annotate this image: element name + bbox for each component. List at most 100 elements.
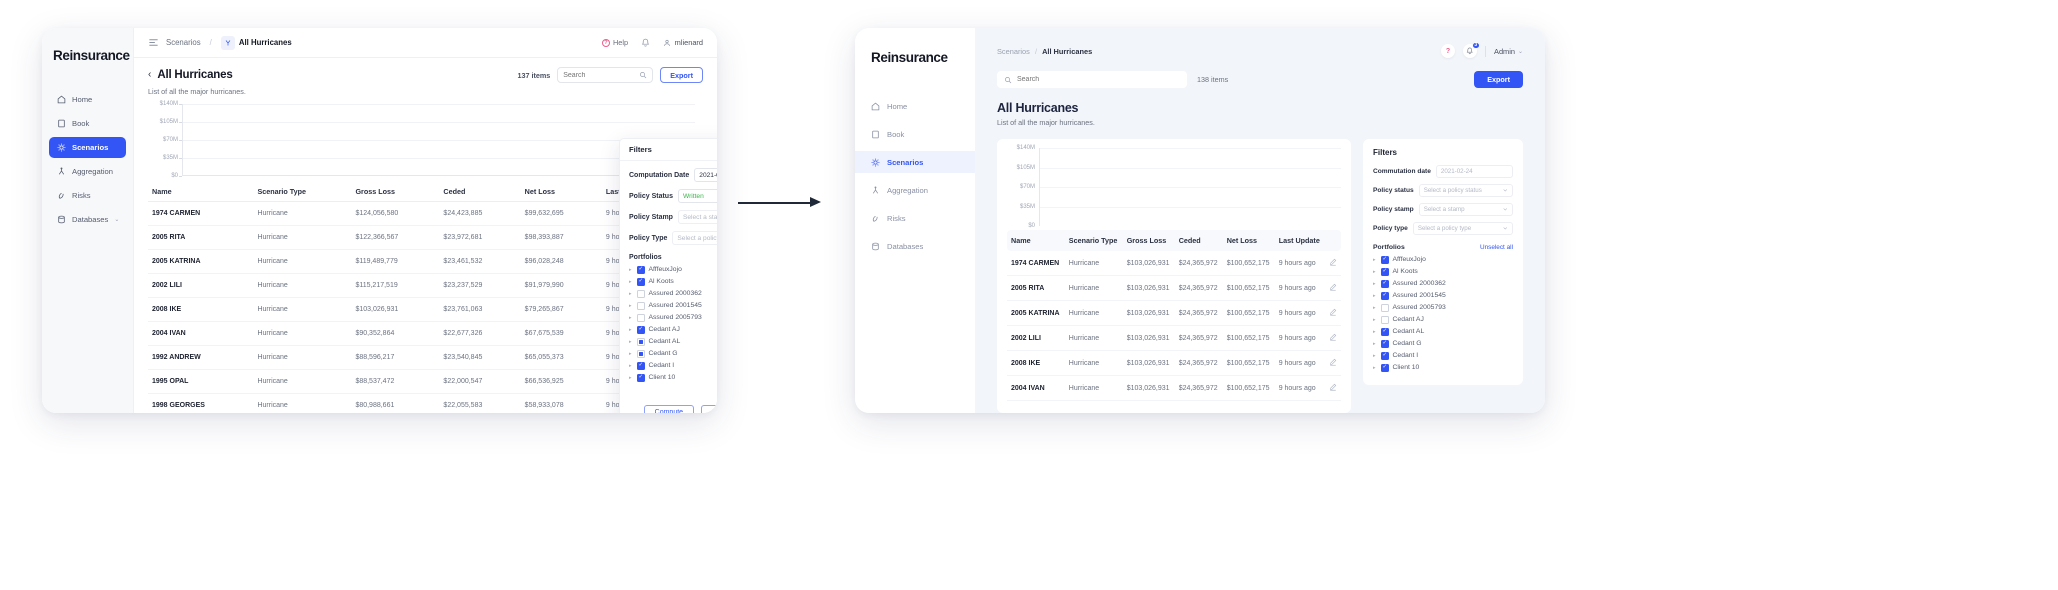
breadcrumb-root[interactable]: Scenarios <box>166 38 201 47</box>
portfolio-checkbox[interactable] <box>637 278 645 286</box>
portfolio-checkbox[interactable] <box>1381 352 1389 360</box>
edit-pencil-icon[interactable] <box>1325 325 1341 351</box>
expand-triangle-icon[interactable]: ▸ <box>629 267 633 273</box>
sidebar-item-databases[interactable]: Databases <box>855 235 975 257</box>
column-header[interactable]: Scenario Type <box>253 182 352 202</box>
column-header[interactable]: Ceded <box>439 182 521 202</box>
portfolio-item[interactable]: ▸ Client 10 <box>629 374 717 382</box>
edit-pencil-icon[interactable] <box>1325 251 1341 276</box>
portfolio-checkbox[interactable] <box>1381 340 1389 348</box>
user-menu[interactable]: mlienard <box>663 38 703 47</box>
portfolio-checkbox[interactable] <box>1381 256 1389 264</box>
portfolio-checkbox[interactable] <box>1381 292 1389 300</box>
sidebar-item-scenarios[interactable]: Scenarios <box>49 137 126 158</box>
table-row[interactable]: 2004 IVAN Hurricane $103,026,931 $24,365,97… <box>1007 375 1341 401</box>
chevron-left-icon[interactable]: ‹ <box>148 70 151 80</box>
expand-triangle-icon[interactable]: ▸ <box>1373 293 1377 299</box>
portfolio-item[interactable]: ▸ Assured 2005793 <box>1373 304 1513 312</box>
expand-triangle-icon[interactable]: ▸ <box>1373 305 1377 311</box>
expand-triangle-icon[interactable]: ▸ <box>1373 257 1377 263</box>
expand-triangle-icon[interactable]: ▸ <box>1373 317 1377 323</box>
edit-pencil-icon[interactable] <box>1325 300 1341 326</box>
column-header[interactable]: Gross Loss <box>1122 230 1175 251</box>
column-header[interactable]: Ceded <box>1174 230 1223 251</box>
expand-triangle-icon[interactable]: ▸ <box>629 315 633 321</box>
bell-icon[interactable] <box>641 38 650 47</box>
expand-triangle-icon[interactable]: ▸ <box>1373 269 1377 275</box>
filter-field-control[interactable]: 2021-02-26 <box>694 168 717 182</box>
reset-button[interactable]: Reset <box>701 405 717 413</box>
column-header[interactable]: Net Loss <box>1222 230 1275 251</box>
portfolio-item[interactable]: ▸ Cedant AJ <box>1373 316 1513 324</box>
expand-triangle-icon[interactable]: ▸ <box>1373 365 1377 371</box>
expand-triangle-icon[interactable]: ▸ <box>629 375 633 381</box>
sidebar-item-risks[interactable]: Risks <box>49 185 126 206</box>
filter-field-control[interactable]: Select a policy type <box>672 231 717 245</box>
search-box[interactable] <box>997 71 1187 88</box>
portfolio-item[interactable]: ▸ Cedant AL <box>629 338 717 346</box>
export-button[interactable]: Export <box>1474 71 1523 88</box>
sidebar-item-home[interactable]: Home <box>49 89 126 110</box>
filter-field-control[interactable]: Select a policy type <box>1412 222 1513 235</box>
expand-triangle-icon[interactable]: ▸ <box>629 351 633 357</box>
portfolio-checkbox[interactable] <box>637 374 645 382</box>
edit-pencil-icon[interactable] <box>1325 350 1341 376</box>
help-button[interactable]: ? <box>1441 44 1456 58</box>
expand-triangle-icon[interactable]: ▸ <box>1373 353 1377 359</box>
column-header[interactable]: Net Loss <box>520 182 602 202</box>
expand-triangle-icon[interactable]: ▸ <box>629 339 633 345</box>
portfolio-item[interactable]: ▸ Assured 2005793 <box>629 314 717 322</box>
table-row[interactable]: 2008 IKE Hurricane $103,026,931 $24,365,972… <box>1007 350 1341 376</box>
export-button[interactable]: Export <box>660 67 703 83</box>
expand-triangle-icon[interactable]: ▸ <box>629 363 633 369</box>
expand-triangle-icon[interactable]: ▸ <box>629 291 633 297</box>
portfolio-item[interactable]: ▸ Assured 2000362 <box>1373 280 1513 288</box>
portfolio-item[interactable]: ▸ AfffeuxJojo <box>1373 256 1513 264</box>
sidebar-item-book[interactable]: Book <box>49 113 126 134</box>
filter-field-control[interactable]: 2021-02-24 <box>1435 165 1513 178</box>
sidebar-item-databases[interactable]: Databases ⌄ <box>49 209 126 230</box>
expand-triangle-icon[interactable]: ▸ <box>1373 329 1377 335</box>
expand-triangle-icon[interactable]: ▸ <box>1373 281 1377 287</box>
portfolio-checkbox[interactable] <box>637 302 645 310</box>
portfolio-checkbox[interactable] <box>637 314 645 322</box>
edit-pencil-icon[interactable] <box>1325 275 1341 301</box>
portfolio-item[interactable]: ▸ Assured 2001545 <box>1373 292 1513 300</box>
column-header[interactable]: Name <box>1007 230 1065 251</box>
expand-triangle-icon[interactable]: ▸ <box>629 303 633 309</box>
portfolio-checkbox[interactable] <box>1381 316 1389 324</box>
column-header[interactable]: Last Update <box>1274 230 1325 251</box>
portfolio-checkbox[interactable] <box>1381 268 1389 276</box>
account-menu[interactable]: Admin ⌄ <box>1494 47 1523 56</box>
table-row[interactable]: 2002 LILI Hurricane $103,026,931 $24,365,97… <box>1007 325 1341 351</box>
help-button[interactable]: ? Help <box>601 38 628 47</box>
portfolio-item[interactable]: ▸ Al Koots <box>629 278 717 286</box>
portfolio-checkbox[interactable] <box>1381 364 1389 372</box>
column-header[interactable]: Scenario Type <box>1064 230 1123 251</box>
portfolio-checkbox[interactable] <box>637 362 645 370</box>
filter-field-control[interactable]: Select a policy status <box>1418 184 1513 197</box>
portfolio-checkbox[interactable] <box>1381 304 1389 312</box>
portfolio-item[interactable]: ▸ Cedant AL <box>1373 328 1513 336</box>
sidebar-item-aggregation[interactable]: Aggregation <box>49 161 126 182</box>
compute-button[interactable]: Compute <box>643 405 695 413</box>
notifications-button[interactable]: 3 <box>1463 41 1480 58</box>
unselect-all-link[interactable]: Unselect all <box>1480 244 1513 251</box>
filter-field-control[interactable]: Written <box>677 189 717 203</box>
portfolio-item[interactable]: ▸ Client 10 <box>1373 364 1513 372</box>
sidebar-item-aggregation[interactable]: Aggregation <box>855 179 975 201</box>
portfolio-item[interactable]: ▸ Cedant G <box>629 350 717 358</box>
search-input[interactable] <box>563 71 640 79</box>
table-row[interactable]: 2005 KATRINA Hurricane $103,026,931 $24,365… <box>1007 300 1341 326</box>
portfolio-item[interactable]: ▸ AfffeuxJojo <box>629 266 717 274</box>
portfolio-checkbox[interactable] <box>637 326 645 334</box>
sidebar-item-book[interactable]: Book <box>855 123 975 145</box>
portfolio-item[interactable]: ▸ Assured 2000362 <box>629 290 717 298</box>
sidebar-item-scenarios[interactable]: Scenarios <box>855 151 975 173</box>
search-box[interactable] <box>557 67 654 83</box>
portfolio-checkbox[interactable] <box>637 350 645 358</box>
column-header[interactable]: Gross Loss <box>351 182 440 202</box>
portfolio-item[interactable]: ▸ Cedant G <box>1373 340 1513 348</box>
portfolio-item[interactable]: ▸ Cedant I <box>1373 352 1513 360</box>
table-row[interactable]: 2005 RITA Hurricane $103,026,931 $24,365,97… <box>1007 275 1341 301</box>
